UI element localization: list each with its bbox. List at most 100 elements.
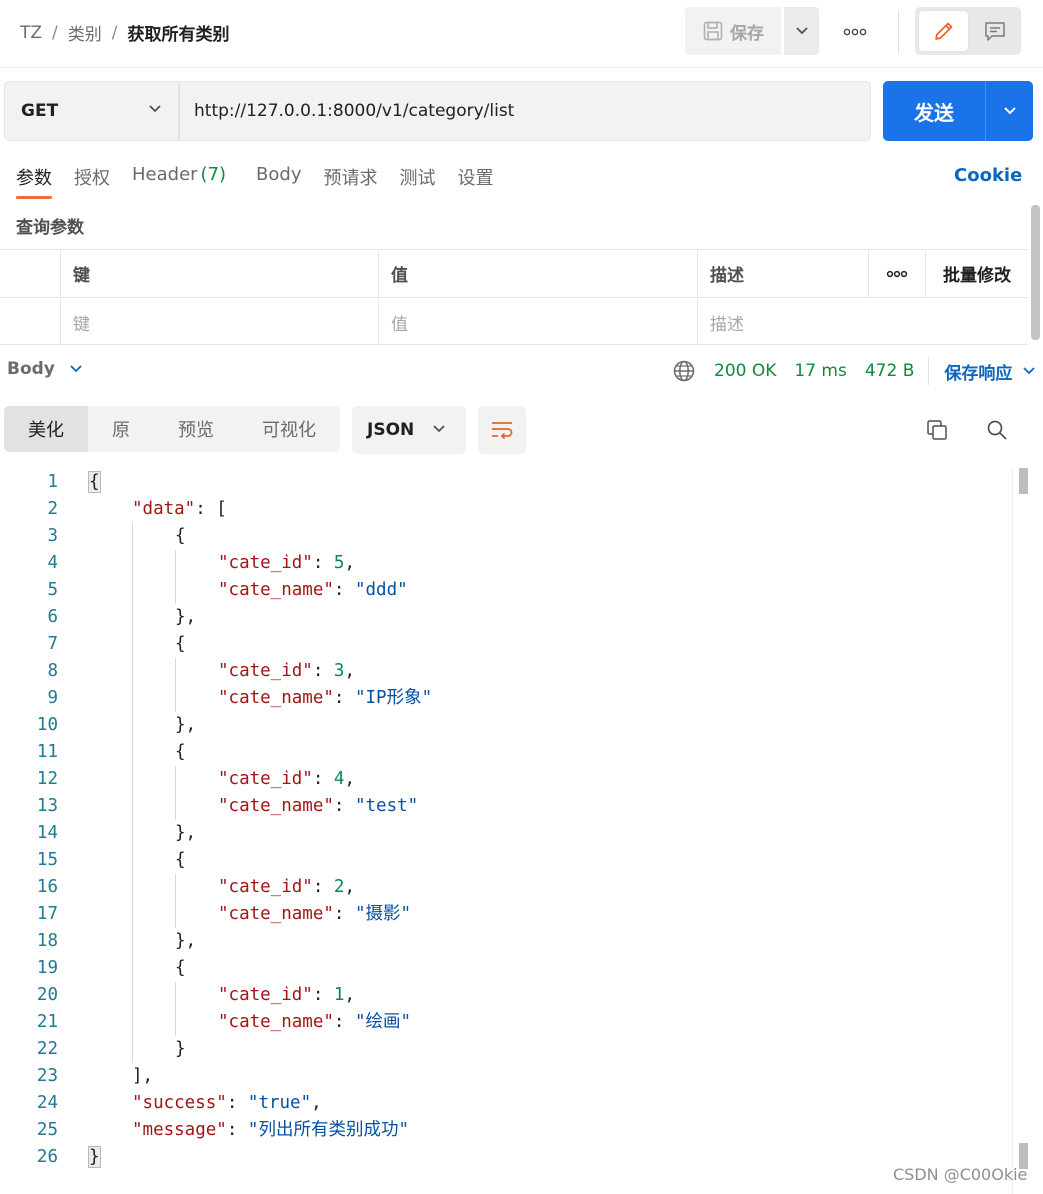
param-description-input[interactable]: 描述 — [697, 299, 1028, 345]
response-time[interactable]: 17 ms — [794, 361, 846, 381]
save-response-button[interactable]: 保存响应 — [944, 359, 1012, 384]
format-select[interactable]: JSON — [352, 406, 466, 454]
tab-label: 测试 — [399, 168, 436, 189]
code-token: "cate_name" — [218, 904, 334, 924]
search-icon — [987, 420, 1007, 440]
line-number: 25 — [36, 1120, 58, 1140]
request-pane-scrollbar[interactable] — [1031, 205, 1040, 340]
code-line: 13 "cate_name": "test" — [0, 793, 1012, 820]
tab-tests[interactable]: 测试 — [400, 164, 436, 200]
url-text: http://127.0.0.1:8000/v1/category/list — [194, 101, 515, 121]
save-dropdown-button[interactable] — [783, 7, 819, 55]
breadcrumb-separator: / — [52, 22, 58, 43]
tab-raw[interactable]: 原 — [88, 406, 154, 452]
code-text: { — [175, 523, 186, 550]
save-button[interactable]: 保存 — [685, 7, 781, 55]
cookie-link[interactable]: Cookie — [954, 165, 1022, 186]
tab-visualize[interactable]: 可视化 — [238, 406, 340, 452]
code-line: 1{ — [0, 469, 1012, 496]
breadcrumb-folder[interactable]: 类别 — [68, 20, 102, 45]
line-number: 23 — [36, 1066, 58, 1086]
tab-label: 预请求 — [323, 168, 378, 189]
code-token: , — [311, 1093, 322, 1113]
status-code[interactable]: 200 OK — [714, 361, 776, 381]
code-token: : — [333, 688, 355, 708]
code-line: 15 { — [0, 847, 1012, 874]
code-token: "cate_id" — [218, 661, 313, 681]
editor-scrollbar-track[interactable] — [1012, 467, 1013, 1194]
response-size[interactable]: 472 B — [865, 361, 915, 381]
tab-pre-request[interactable]: 预请求 — [324, 164, 378, 200]
code-token: "true" — [247, 1093, 312, 1113]
code-token: "message" — [132, 1120, 227, 1140]
code-token: }, — [175, 823, 197, 843]
send-button[interactable]: 发送 — [883, 81, 985, 141]
tab-preview[interactable]: 预览 — [154, 406, 238, 452]
status-divider — [928, 357, 930, 385]
code-line: 4 "cate_id": 5, — [0, 550, 1012, 577]
code-token: "cate_name" — [218, 1012, 334, 1032]
tab-label: Body — [256, 164, 302, 185]
method-label: GET — [21, 101, 59, 121]
more-horizontal-icon — [843, 28, 867, 36]
chevron-down-icon — [70, 365, 82, 373]
wrap-lines-button[interactable] — [478, 406, 526, 454]
line-number: 8 — [47, 661, 58, 681]
code-token: "cate_name" — [218, 796, 334, 816]
column-options-button[interactable] — [868, 250, 925, 297]
chevron-down-icon[interactable] — [1022, 366, 1036, 376]
code-text: { — [88, 469, 101, 496]
code-token: "cate_id" — [218, 877, 313, 897]
bulk-edit-button[interactable]: 批量修改 — [925, 250, 1028, 297]
code-line: 11 { — [0, 739, 1012, 766]
param-key-input[interactable]: 键 — [60, 299, 378, 345]
send-dropdown-button[interactable] — [985, 81, 1033, 141]
edit-mode-button[interactable] — [919, 11, 968, 51]
code-token: { — [175, 742, 186, 762]
response-body-selector[interactable]: Body — [7, 359, 83, 379]
tab-label: Header — [132, 164, 198, 185]
more-horizontal-icon — [886, 270, 908, 277]
page-title[interactable]: 获取所有类别 — [128, 20, 230, 45]
wrap-text-icon — [492, 422, 513, 440]
code-text: } — [88, 1144, 101, 1171]
more-actions-button[interactable] — [838, 20, 872, 44]
code-text: "cate_name": "摄影" — [218, 901, 411, 928]
code-text: "cate_id": 4, — [218, 766, 355, 793]
code-text: { — [175, 631, 186, 658]
code-token: : — [312, 661, 334, 681]
tab-settings[interactable]: 设置 — [458, 164, 494, 200]
code-text: { — [175, 955, 186, 982]
search-button[interactable] — [985, 418, 1009, 446]
code-line: 12 "cate_id": 4, — [0, 766, 1012, 793]
query-params-table: 键 值 描述 批量修改 键 值 描述 — [0, 249, 1028, 345]
code-token: ], — [132, 1066, 154, 1086]
comments-mode-button[interactable] — [972, 11, 1017, 51]
method-select[interactable]: GET — [4, 81, 179, 141]
copy-button[interactable] — [925, 418, 949, 446]
code-token: , — [344, 661, 355, 681]
line-number: 17 — [36, 904, 58, 924]
mode-toggle — [915, 7, 1021, 55]
param-value-input[interactable]: 值 — [378, 299, 697, 345]
comment-icon — [984, 22, 1005, 41]
code-token: : — [226, 1120, 248, 1140]
tab-body[interactable]: Body — [256, 164, 301, 200]
tab-headers[interactable]: Header (7) — [132, 164, 226, 200]
globe-icon[interactable] — [672, 359, 696, 383]
tab-auth[interactable]: 授权 — [74, 164, 110, 200]
header-count-badge: (7) — [200, 164, 227, 185]
code-line: 25 "message": "列出所有类别成功" — [0, 1117, 1012, 1144]
response-body-editor[interactable]: 1{2 "data": [3{4 "cate_id": 5, 5 "cate_name"… — [0, 467, 1012, 1177]
save-label: 保存 — [730, 23, 764, 44]
line-number: 16 — [36, 877, 58, 897]
tab-pretty[interactable]: 美化 — [4, 406, 88, 452]
tab-label: 参数 — [16, 168, 52, 189]
response-view-tabs: 美化 原 预览 可视化 — [4, 406, 340, 452]
tab-params[interactable]: 参数 — [16, 164, 52, 200]
breadcrumb-workspace[interactable]: TZ — [20, 23, 42, 43]
url-input[interactable]: http://127.0.0.1:8000/v1/category/list — [179, 81, 871, 141]
code-line: 18}, — [0, 928, 1012, 955]
code-text: "cate_name": "ddd" — [218, 577, 408, 604]
pencil-icon — [934, 22, 952, 40]
